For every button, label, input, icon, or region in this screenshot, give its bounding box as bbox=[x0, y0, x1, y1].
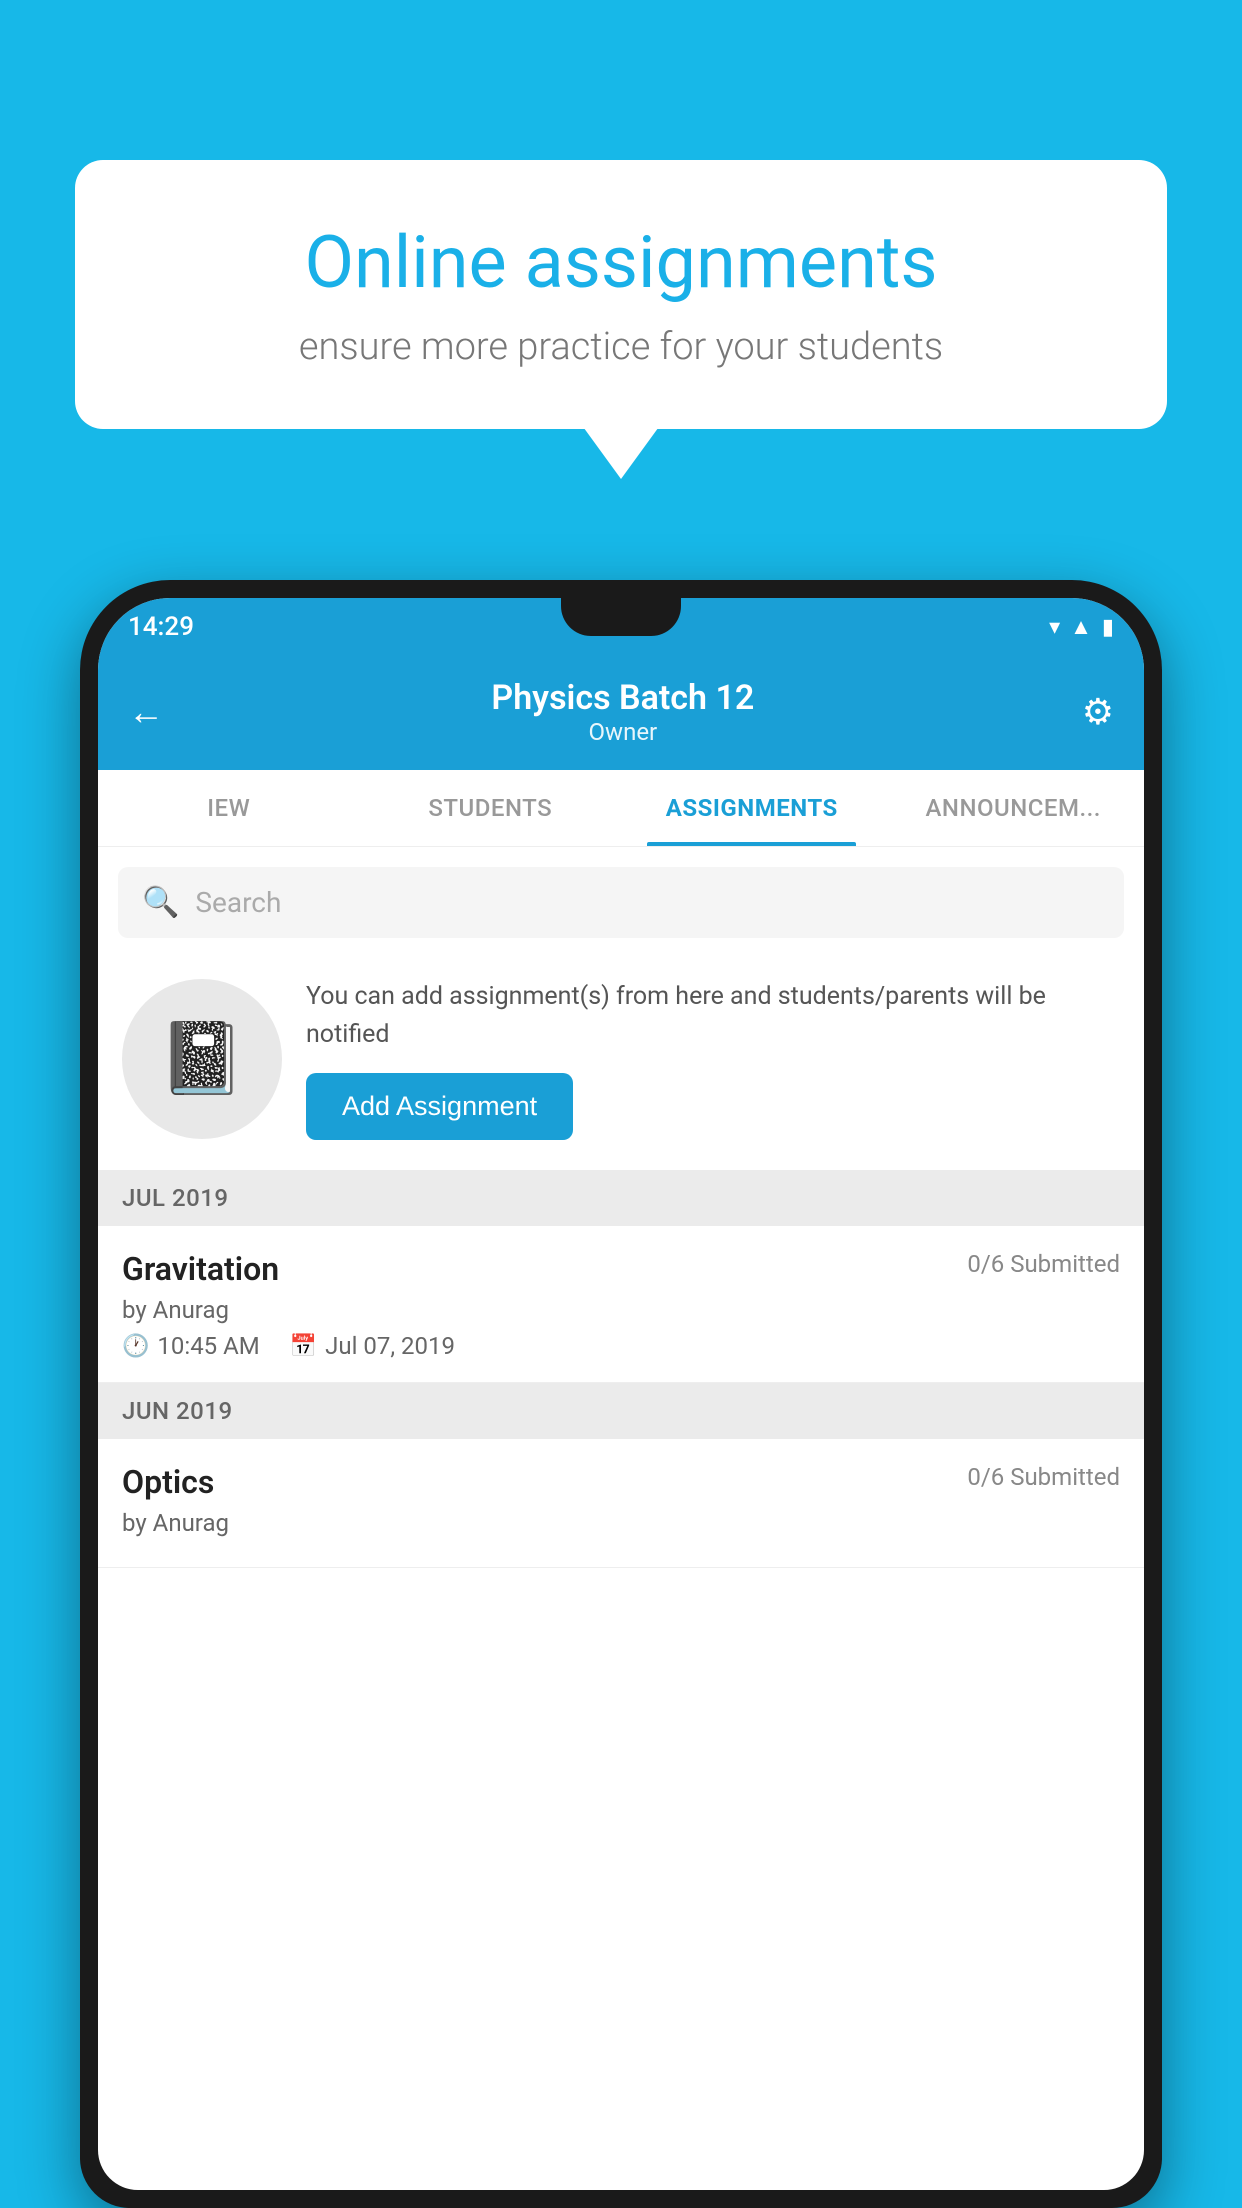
promo-subtitle: ensure more practice for your students bbox=[145, 325, 1097, 369]
assignment-row1: Gravitation 0/6 Submitted bbox=[122, 1250, 1120, 1288]
clock-icon: 🕐 bbox=[122, 1334, 149, 1359]
assignment-by-gravitation: by Anurag bbox=[122, 1296, 1120, 1324]
header-center: Physics Batch 12 Owner bbox=[491, 678, 754, 746]
month-header-jun: JUN 2019 bbox=[98, 1383, 1144, 1439]
app-header: ← Physics Batch 12 Owner ⚙ bbox=[98, 656, 1144, 770]
assignment-info: You can add assignment(s) from here and … bbox=[306, 978, 1120, 1140]
add-assignment-button[interactable]: Add Assignment bbox=[306, 1073, 573, 1140]
back-button[interactable]: ← bbox=[128, 691, 164, 733]
speech-bubble-container: Online assignments ensure more practice … bbox=[75, 160, 1167, 429]
tab-announcements[interactable]: ANNOUNCEM... bbox=[883, 770, 1145, 846]
assignment-date-gravitation: 📅 Jul 07, 2019 bbox=[290, 1332, 455, 1360]
assignment-icon-circle: 📓 bbox=[122, 979, 282, 1139]
add-assignment-section: 📓 You can add assignment(s) from here an… bbox=[98, 958, 1144, 1170]
phone-frame: 14:29 ▾ ▲ ▮ ← Physics Batch 12 Owner ⚙ I… bbox=[80, 580, 1162, 2208]
gear-icon[interactable]: ⚙ bbox=[1082, 691, 1114, 733]
phone-screen: 14:29 ▾ ▲ ▮ ← Physics Batch 12 Owner ⚙ I… bbox=[98, 598, 1144, 2190]
assignment-by-optics: by Anurag bbox=[122, 1509, 1120, 1537]
notch bbox=[561, 598, 681, 636]
assignment-submitted-gravitation: 0/6 Submitted bbox=[967, 1250, 1120, 1278]
assignment-name-gravitation: Gravitation bbox=[122, 1250, 279, 1288]
wifi-icon: ▾ bbox=[1049, 615, 1060, 640]
assignment-time-value: 10:45 AM bbox=[157, 1332, 259, 1360]
assignment-submitted-optics: 0/6 Submitted bbox=[967, 1463, 1120, 1491]
tab-assignments[interactable]: ASSIGNMENTS bbox=[621, 770, 883, 846]
status-icons: ▾ ▲ ▮ bbox=[1049, 614, 1114, 640]
assignment-time-gravitation: 🕐 10:45 AM bbox=[122, 1332, 260, 1360]
assignment-item-optics[interactable]: Optics 0/6 Submitted by Anurag bbox=[98, 1439, 1144, 1568]
tabs-container: IEW STUDENTS ASSIGNMENTS ANNOUNCEM... bbox=[98, 770, 1144, 847]
assignment-item-gravitation[interactable]: Gravitation 0/6 Submitted by Anurag 🕐 10… bbox=[98, 1226, 1144, 1383]
tab-iew[interactable]: IEW bbox=[98, 770, 360, 846]
status-time: 14:29 bbox=[128, 612, 194, 642]
assignment-meta-gravitation: 🕐 10:45 AM 📅 Jul 07, 2019 bbox=[122, 1332, 1120, 1360]
assignment-info-text: You can add assignment(s) from here and … bbox=[306, 978, 1120, 1053]
header-title: Physics Batch 12 bbox=[491, 678, 754, 718]
assignment-name-optics: Optics bbox=[122, 1463, 214, 1501]
notebook-icon: 📓 bbox=[158, 1018, 245, 1100]
header-subtitle: Owner bbox=[491, 718, 754, 746]
speech-bubble: Online assignments ensure more practice … bbox=[75, 160, 1167, 429]
battery-icon: ▮ bbox=[1102, 615, 1114, 640]
promo-title: Online assignments bbox=[145, 220, 1097, 305]
assignment-date-value: Jul 07, 2019 bbox=[325, 1332, 455, 1360]
signal-icon: ▲ bbox=[1070, 614, 1092, 640]
tab-students[interactable]: STUDENTS bbox=[360, 770, 622, 846]
calendar-icon: 📅 bbox=[290, 1334, 317, 1359]
assignment-row1-optics: Optics 0/6 Submitted bbox=[122, 1463, 1120, 1501]
month-header-jul: JUL 2019 bbox=[98, 1170, 1144, 1226]
status-bar: 14:29 ▾ ▲ ▮ bbox=[98, 598, 1144, 656]
search-placeholder: Search bbox=[195, 886, 281, 919]
search-icon: 🔍 bbox=[142, 885, 179, 920]
search-bar[interactable]: 🔍 Search bbox=[118, 867, 1124, 938]
